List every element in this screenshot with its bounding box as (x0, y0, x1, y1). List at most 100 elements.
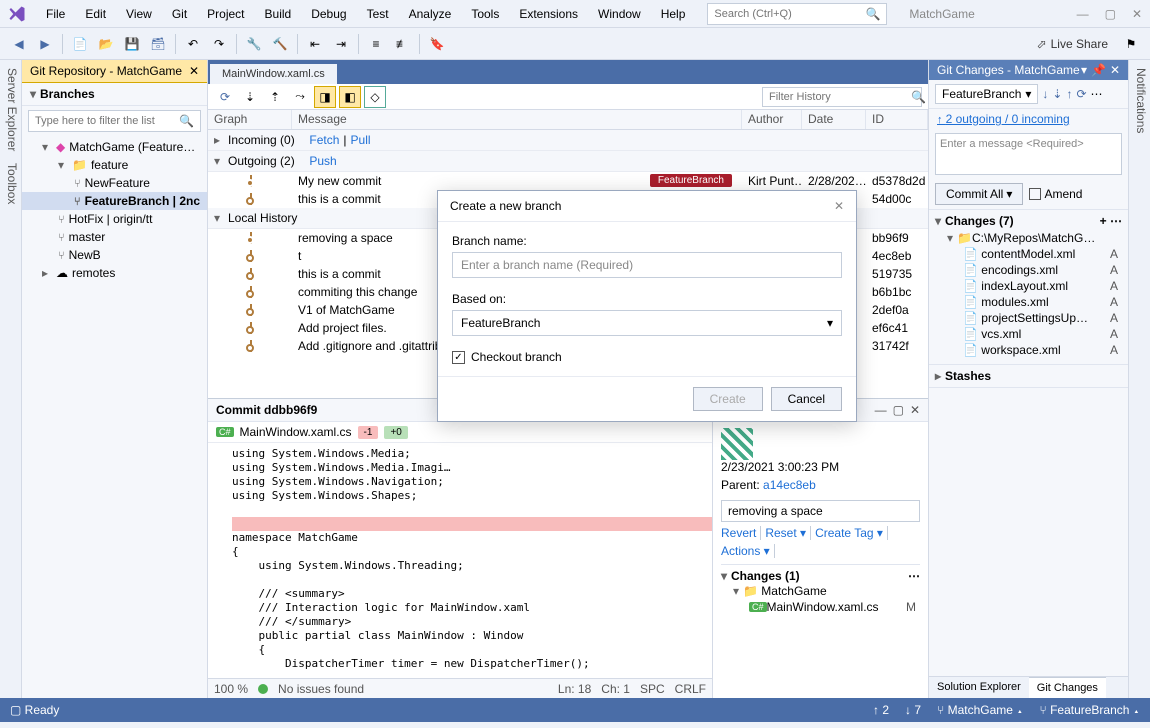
sync-icon[interactable]: ⟳ (1076, 87, 1086, 101)
minimize-icon[interactable]: — (875, 403, 887, 417)
repo-indicator[interactable]: ⑂ MatchGame ▴ (937, 703, 1023, 717)
tree-item[interactable]: FeatureBranch | 2nc (22, 192, 207, 210)
panel-tab[interactable]: Git Repository - MatchGame ✕ (22, 60, 207, 83)
live-share-button[interactable]: ⬀ Live Share (1029, 37, 1116, 51)
changes-header[interactable]: ▾Changes (1) ⋯ (721, 569, 920, 583)
file-row[interactable]: ▾📁 MatchGame (721, 583, 920, 599)
folder-row[interactable]: ▾📁 C:\MyRepos\MatchG… (935, 230, 1122, 246)
pin-icon[interactable]: 📌 (1091, 63, 1106, 77)
branch-filter-input[interactable] (35, 115, 179, 127)
forward-icon[interactable]: ▶ (34, 33, 56, 55)
dialog-close-icon[interactable]: ✕ (834, 199, 844, 213)
action-link[interactable]: Reset ▾ (765, 526, 811, 540)
bookmark-icon[interactable]: 🔖 (426, 33, 448, 55)
tree-item[interactable]: ▸☁remotes (22, 264, 207, 282)
menu-build[interactable]: Build (255, 3, 302, 25)
save-icon[interactable]: 💾 (121, 33, 143, 55)
save-all-icon[interactable]: 🗃 (147, 33, 169, 55)
commit-all-button[interactable]: Commit All ▾ (935, 183, 1023, 205)
amend-checkbox[interactable]: Amend (1029, 187, 1082, 201)
branch-indicator[interactable]: ⑂ FeatureBranch ▴ (1040, 703, 1140, 717)
quick-search[interactable]: 🔍 (707, 3, 887, 25)
action-link[interactable]: Revert (721, 526, 761, 540)
uncomment-icon[interactable]: ≢ (391, 33, 413, 55)
changed-file[interactable]: 📄 encodings.xmlA (935, 262, 1122, 278)
tool-icon[interactable]: 🔧 (243, 33, 265, 55)
outdent-icon[interactable]: ⇥ (330, 33, 352, 55)
toggle-icon[interactable]: ◇ (364, 86, 386, 108)
redo-icon[interactable]: ↷ (208, 33, 230, 55)
document-tab[interactable]: MainWindow.xaml.cs (210, 64, 337, 84)
comment-icon[interactable]: ≡ (365, 33, 387, 55)
filter-history[interactable]: 🔍 (762, 87, 922, 107)
tool-icon[interactable]: ⇣ (239, 86, 261, 108)
menu-analyze[interactable]: Analyze (399, 3, 462, 25)
sync-link[interactable]: ↑ 2 outgoing / 0 incoming (929, 109, 1128, 129)
maximize-icon[interactable]: ▢ (1105, 7, 1116, 21)
new-project-icon[interactable]: 📄 (69, 33, 91, 55)
pull-link[interactable]: Pull (351, 133, 371, 147)
feedback-icon[interactable]: ⚑ (1120, 33, 1142, 55)
outgoing-count[interactable]: ↑ 2 (873, 703, 889, 717)
incoming-section[interactable]: ▸ Incoming (0) Fetch | Pull (208, 130, 928, 151)
menu-debug[interactable]: Debug (301, 3, 356, 25)
menu-help[interactable]: Help (651, 3, 696, 25)
stashes-header[interactable]: ▸Stashes (935, 369, 1122, 383)
menu-tools[interactable]: Tools (461, 3, 509, 25)
action-link[interactable]: Create Tag ▾ (815, 526, 888, 540)
close-icon[interactable]: ✕ (1132, 7, 1142, 21)
fetch-link[interactable]: Fetch (309, 133, 339, 147)
minimize-icon[interactable]: — (1077, 7, 1089, 21)
based-on-dropdown[interactable]: FeatureBranch▾ (452, 310, 842, 336)
outgoing-section[interactable]: ▾ Outgoing (2) Push (208, 151, 928, 172)
file-row[interactable]: C# MainWindow.xaml.csM (721, 599, 920, 615)
close-tab-icon[interactable]: ✕ (189, 64, 199, 78)
open-icon[interactable]: 📂 (95, 33, 117, 55)
tree-item[interactable]: ▾◆MatchGame (Feature… (22, 138, 207, 156)
tree-item[interactable]: master (22, 228, 207, 246)
quick-search-input[interactable] (714, 8, 865, 20)
commit-message-input[interactable]: Enter a message <Required> (935, 133, 1122, 175)
changed-file[interactable]: 📄 indexLayout.xmlA (935, 278, 1122, 294)
close-icon[interactable]: ✕ (910, 403, 920, 417)
branch-name-input[interactable]: Enter a branch name (Required) (452, 252, 842, 278)
back-icon[interactable]: ◀ (8, 33, 30, 55)
tool-icon[interactable]: 🔨 (269, 33, 291, 55)
changed-file[interactable]: 📄 contentModel.xmlA (935, 246, 1122, 262)
solution-explorer-tab[interactable]: Solution Explorer (929, 677, 1029, 698)
toggle-icon[interactable]: ◧ (339, 86, 361, 108)
changed-file[interactable]: 📄 workspace.xmlA (935, 342, 1122, 358)
filter-history-input[interactable] (769, 91, 911, 103)
tree-item[interactable]: NewFeature (22, 174, 207, 192)
branch-dropdown[interactable]: FeatureBranch▾ (935, 84, 1038, 104)
menu-test[interactable]: Test (357, 3, 399, 25)
history-row[interactable]: My new commit FeatureBranchKirt Punt…2/2… (208, 172, 928, 190)
tree-item[interactable]: NewB (22, 246, 207, 264)
fetch-icon[interactable]: ↓ (1042, 87, 1048, 101)
checkout-branch-checkbox[interactable]: ✓Checkout branch (452, 350, 842, 364)
menu-project[interactable]: Project (197, 3, 254, 25)
changed-file[interactable]: 📄 projectSettingsUp…A (935, 310, 1122, 326)
tool-icon[interactable]: ⇡ (264, 86, 286, 108)
menu-window[interactable]: Window (588, 3, 651, 25)
menu-git[interactable]: Git (162, 3, 197, 25)
rail-tab[interactable]: Toolbox (2, 163, 19, 204)
cancel-button[interactable]: Cancel (771, 387, 842, 411)
branches-header[interactable]: ▾Branches (22, 83, 207, 106)
create-button[interactable]: Create (693, 387, 763, 411)
changed-file[interactable]: 📄 vcs.xmlA (935, 326, 1122, 342)
indent-icon[interactable]: ⇤ (304, 33, 326, 55)
rail-tab[interactable]: Notifications (1131, 68, 1148, 133)
maximize-icon[interactable]: ▢ (893, 403, 904, 417)
action-link[interactable]: Actions ▾ (721, 544, 775, 558)
menu-file[interactable]: File (36, 3, 75, 25)
menu-view[interactable]: View (116, 3, 162, 25)
push-icon[interactable]: ↑ (1066, 87, 1072, 101)
changed-file[interactable]: 📄 modules.xmlA (935, 294, 1122, 310)
menu-extensions[interactable]: Extensions (509, 3, 588, 25)
branch-filter[interactable]: 🔍 (28, 110, 201, 132)
changes-section-header[interactable]: ▾Changes (7) + ⋯ (935, 214, 1122, 228)
undo-icon[interactable]: ↶ (182, 33, 204, 55)
close-icon[interactable]: ✕ (1110, 63, 1120, 77)
menu-edit[interactable]: Edit (75, 3, 116, 25)
